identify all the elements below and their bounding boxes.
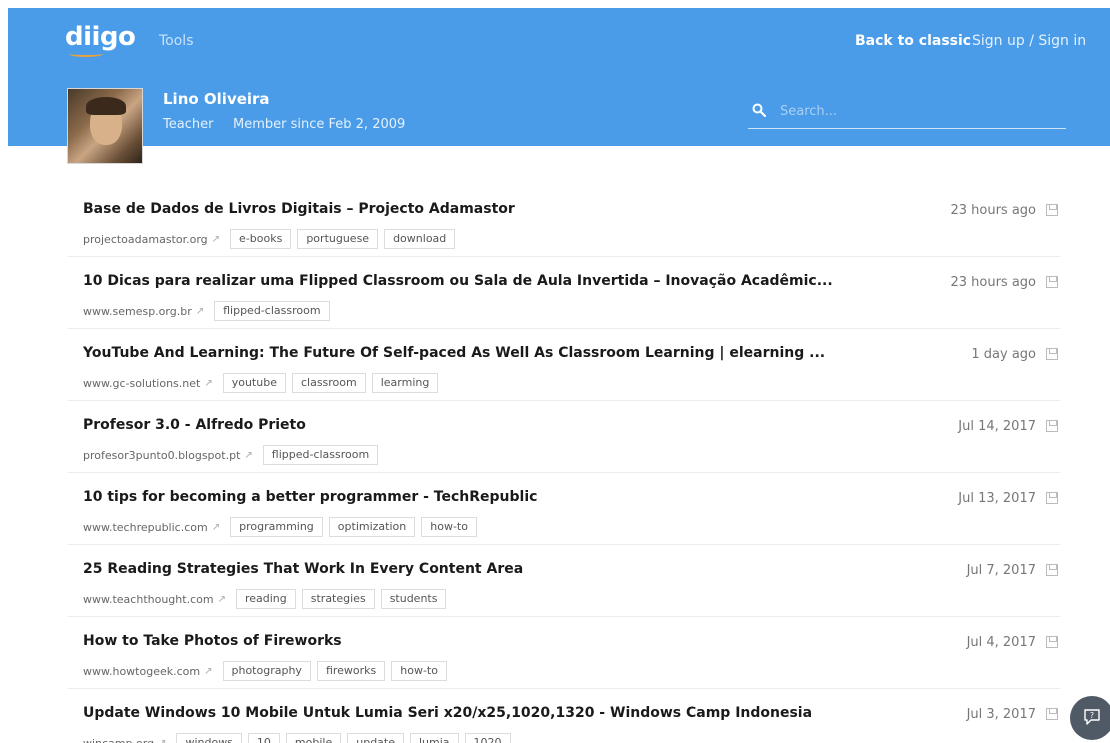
save-icon[interactable] [1046,420,1058,432]
bookmark-meta: www.teachthought.com ↗ reading strategies st… [83,589,452,609]
bookmark-date: 23 hours ago [950,203,1036,218]
bookmark-tag[interactable]: 1020 [464,733,511,743]
bookmark-item: 10 tips for becoming a better programmer… [68,473,1060,545]
bookmark-date: Jul 3, 2017 [966,707,1036,722]
bookmark-tag[interactable]: how-to [391,661,447,681]
bookmark-meta: www.semesp.org.br ↗ flipped-classroom [83,301,336,321]
bookmark-tag[interactable]: photography [222,661,311,681]
bookmark-list: Base de Dados de Livros Digitais – Proje… [68,185,1060,743]
bookmark-tag[interactable]: download [384,229,456,249]
save-icon[interactable] [1046,276,1058,288]
external-link-icon[interactable]: ↗ [196,306,204,317]
bookmark-tag[interactable]: mobile [285,733,342,743]
diigo-logo[interactable]: diigo [65,22,136,52]
bookmark-date: Jul 4, 2017 [966,635,1036,650]
bookmark-title[interactable]: 10 Dicas para realizar uma Flipped Class… [83,273,833,289]
bookmark-tag[interactable]: portuguese [297,229,379,249]
external-link-icon[interactable]: ↗ [158,738,166,743]
bookmark-title[interactable]: Update Windows 10 Mobile Untuk Lumia Ser… [83,705,812,721]
external-link-icon[interactable]: ↗ [212,522,220,533]
bookmark-tag[interactable]: strategies [301,589,375,609]
profile-name[interactable]: Lino Oliveira [163,90,270,108]
bookmark-tag[interactable]: lumia [410,733,459,743]
bookmark-domain[interactable]: www.teachthought.com [83,593,214,606]
sign-in-link[interactable]: Sign up / Sign in [972,33,1086,49]
profile-role: Teacher [163,117,214,132]
bookmark-tag[interactable]: learming [371,373,439,393]
avatar[interactable] [67,88,143,164]
bookmark-domain[interactable]: www.gc-solutions.net [83,377,200,390]
chat-help-icon: ? [1084,709,1100,725]
profile-member-since: Member since Feb 2, 2009 [233,117,406,132]
bookmark-title[interactable]: 25 Reading Strategies That Work In Every… [83,561,523,577]
bookmark-tag[interactable]: classroom [291,373,366,393]
external-link-icon[interactable]: ↗ [244,450,252,461]
bookmark-date: Jul 13, 2017 [958,491,1036,506]
save-icon[interactable] [1046,708,1058,720]
logo-swoosh-icon [69,51,103,57]
bookmark-item: YouTube And Learning: The Future Of Self… [68,329,1060,401]
bookmark-domain[interactable]: profesor3punto0.blogspot.pt [83,449,240,462]
bookmark-domain[interactable]: projectoadamastor.org [83,233,208,246]
bookmark-date: Jul 7, 2017 [966,563,1036,578]
bookmark-tag[interactable]: flipped-classroom [262,445,379,465]
external-link-icon[interactable]: ↗ [212,234,220,245]
bookmark-tag[interactable]: youtube [222,373,286,393]
chat-help-button[interactable]: ? [1070,696,1110,740]
bookmark-title[interactable]: How to Take Photos of Fireworks [83,633,342,649]
bookmark-item: 10 Dicas para realizar uma Flipped Class… [68,257,1060,329]
svg-text:?: ? [1090,711,1094,720]
bookmark-item: Profesor 3.0 - Alfredo Prieto profesor3pu… [68,401,1060,473]
search-box[interactable] [748,101,1066,129]
bookmark-item: How to Take Photos of Fireworks www.howto… [68,617,1060,689]
bookmark-date: 1 day ago [971,347,1036,362]
save-icon[interactable] [1046,348,1058,360]
bookmark-domain[interactable]: www.techrepublic.com [83,521,208,534]
bookmark-tag[interactable]: students [380,589,447,609]
save-icon[interactable] [1046,492,1058,504]
bookmark-tag[interactable]: optimization [328,517,416,537]
bookmark-tag[interactable]: flipped-classroom [214,301,330,321]
bookmark-tag[interactable]: reading [235,589,296,609]
bookmark-tag[interactable]: windows [176,733,242,743]
search-input[interactable] [780,101,1060,121]
bookmark-tag[interactable]: fireworks [316,661,386,681]
bookmark-title[interactable]: YouTube And Learning: The Future Of Self… [83,345,825,361]
bookmark-item: Update Windows 10 Mobile Untuk Lumia Ser… [68,689,1060,743]
save-icon[interactable] [1046,204,1058,216]
bookmark-meta: wincamp.org ↗ windows 10 mobile update lumia 10… [83,733,517,743]
external-link-icon[interactable]: ↗ [218,594,226,605]
page: diigo Tools Back to classic Sign up / Si… [8,8,1110,743]
bookmark-title[interactable]: Base de Dados de Livros Digitais – Proje… [83,201,515,217]
search-icon[interactable] [752,103,766,117]
bookmark-domain[interactable]: wincamp.org [83,737,154,743]
bookmark-tag[interactable]: how-to [421,517,477,537]
bookmark-domain[interactable]: www.semesp.org.br [83,305,192,318]
header-bar: diigo Tools Back to classic Sign up / Si… [8,8,1110,164]
back-to-classic-link[interactable]: Back to classic [855,33,971,49]
bookmark-tag[interactable]: programming [230,517,323,537]
bookmark-meta: www.gc-solutions.net ↗ youtube classroom lea… [83,373,444,393]
save-icon[interactable] [1046,564,1058,576]
bookmark-date: Jul 14, 2017 [958,419,1036,434]
bookmark-title[interactable]: 10 tips for becoming a better programmer… [83,489,537,505]
bookmark-title[interactable]: Profesor 3.0 - Alfredo Prieto [83,417,306,433]
save-icon[interactable] [1046,636,1058,648]
bookmark-meta: www.howtogeek.com ↗ photography fireworks ho… [83,661,453,681]
bookmark-tag[interactable]: e-books [230,229,292,249]
bookmark-date: 23 hours ago [950,275,1036,290]
external-link-icon[interactable]: ↗ [204,666,212,677]
nav-tools-link[interactable]: Tools [159,33,194,49]
bookmark-tag[interactable]: 10 [247,733,280,743]
avatar-hair [86,97,126,115]
bookmark-item: 25 Reading Strategies That Work In Every… [68,545,1060,617]
bookmark-tag[interactable]: update [347,733,404,743]
bookmark-meta: projectoadamastor.org ↗ e-books portuguese d… [83,229,461,249]
bookmark-meta: profesor3punto0.blogspot.pt ↗ flipped-clas… [83,445,384,465]
bookmark-meta: www.techrepublic.com ↗ programming optimiza… [83,517,483,537]
bookmark-item: Base de Dados de Livros Digitais – Proje… [68,185,1060,257]
bookmark-domain[interactable]: www.howtogeek.com [83,665,200,678]
external-link-icon[interactable]: ↗ [204,378,212,389]
